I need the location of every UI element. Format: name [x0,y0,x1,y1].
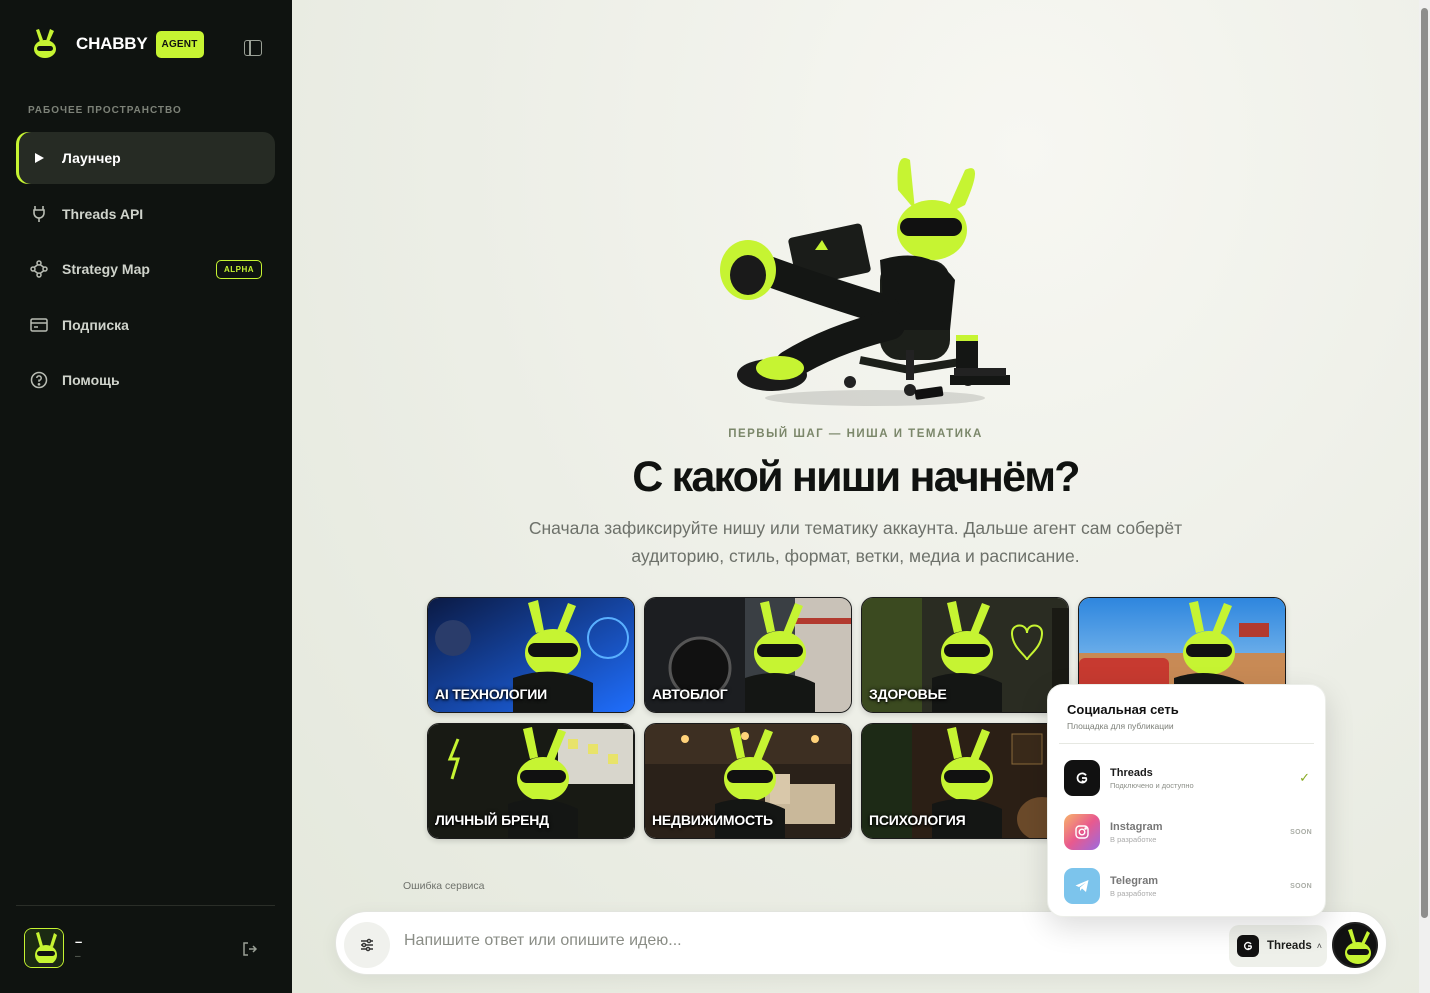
threads-icon [1237,935,1259,957]
check-icon: ✓ [1299,770,1310,785]
message-input[interactable] [404,932,1204,950]
sidebar-item-label: Подписка [62,316,129,333]
niche-label: НЕДВИЖИМОСТЬ [652,812,773,828]
sidebar-item-threads-api[interactable]: Threads API [16,188,275,240]
brand-name: CHABBY [76,34,148,53]
threads-icon [1064,760,1100,796]
niche-tile-auto[interactable]: АВТОБЛОГ [644,597,852,713]
hero-eyebrow: ПЕРВЫЙ ШАГ — НИША И ТЕМАТИКА [728,428,983,440]
brand[interactable]: CHABBY AGENT [30,28,204,60]
alpha-badge: ALPHA [215,259,262,279]
sidebar: CHABBY AGENT РАБОЧЕЕ ПРОСТРАНСТВО Лаунче… [0,0,292,993]
sidebar-nav: Лаунчер Threads API Strategy Map ALPHA П… [16,132,275,410]
avatar [24,928,64,968]
telegram-icon [1064,868,1100,904]
send-button[interactable] [1332,922,1378,968]
popover-title: Социальная сеть [1067,702,1179,717]
sidebar-item-label: Threads API [62,205,144,222]
settings-button[interactable] [344,922,390,968]
niche-label: ЛИЧНЫЙ БРЕНД [435,812,549,828]
brand-badge: AGENT [155,30,204,58]
help-icon [30,371,48,389]
niche-label: ЗДОРОВЬЕ [869,686,947,702]
sidebar-item-label: Помощь [62,372,120,389]
rabbit-send-icon [1334,924,1376,966]
niche-tile-health[interactable]: ЗДОРОВЬЕ [861,597,1069,713]
user-card[interactable]: – – [24,928,82,968]
user-email: – [75,951,81,962]
platform-label: Threads [1267,940,1312,952]
platform-selector[interactable]: Threads ˄ [1229,925,1327,967]
sidebar-item-label: Strategy Map [62,261,150,278]
user-name: – [75,934,83,949]
social-network-popover: Социальная сеть Площадка для публикации … [1047,684,1326,917]
scrollbar-thumb[interactable] [1421,8,1428,918]
rabbit-logo-icon [34,29,56,58]
option-threads[interactable]: Threads Подключено и доступно ✓ [1064,759,1312,797]
sidebar-item-help[interactable]: Помощь [16,354,275,406]
card-icon [30,316,48,334]
option-telegram[interactable]: Telegram В разработке SOON [1064,867,1312,905]
scrollbar[interactable] [1419,0,1430,993]
sidebar-item-label: Лаунчер [62,150,121,166]
logout-icon[interactable] [242,941,258,957]
divider [16,905,275,906]
option-name: Threads [1110,766,1153,779]
soon-badge: SOON [1290,828,1312,836]
rabbit-mascot-illustration [720,158,1010,406]
sidebar-toggle-icon[interactable] [244,40,262,56]
soon-badge: SOON [1290,882,1312,890]
niche-label: ПСИХОЛОГИЯ [869,812,966,828]
error-message: Ошибка сервиса [403,880,485,892]
composer: Threads ˄ [335,911,1387,975]
niche-tile-ai[interactable]: AI ТЕХНОЛОГИИ [427,597,635,713]
sidebar-item-subscription[interactable]: Подписка [16,299,275,351]
option-desc: Подключено и доступно [1110,780,1194,790]
chevron-up-icon: ˄ [1316,941,1323,951]
instagram-icon [1064,814,1100,850]
option-instagram[interactable]: Instagram В разработке SOON [1064,813,1312,851]
niche-tile-personal-brand[interactable]: ЛИЧНЫЙ БРЕНД [427,723,635,839]
option-desc: В разработке [1110,888,1157,898]
niche-tile-psychology[interactable]: ПСИХОЛОГИЯ [861,723,1069,839]
page-title: С какой ниши начнём? [632,453,1080,501]
section-label: РАБОЧЕЕ ПРОСТРАНСТВО [28,105,182,116]
popover-subtitle: Площадка для публикации [1067,721,1174,731]
option-desc: В разработке [1110,834,1157,844]
option-name: Telegram [1110,874,1159,887]
option-name: Instagram [1110,820,1163,833]
plug-icon [30,205,48,223]
divider [1059,743,1314,744]
niche-label: AI ТЕХНОЛОГИИ [435,686,547,702]
niche-tile-realestate[interactable]: НЕДВИЖИМОСТЬ [644,723,852,839]
nodes-icon [30,260,48,278]
niche-label: АВТОБЛОГ [652,686,728,702]
sidebar-item-launcher[interactable]: Лаунчер [16,132,275,184]
hero-subtitle: Сначала зафиксируйте нишу или тематику а… [528,518,1183,566]
sidebar-item-strategy-map[interactable]: Strategy Map ALPHA [16,243,275,295]
sliders-icon [361,938,373,952]
play-icon [30,149,48,167]
